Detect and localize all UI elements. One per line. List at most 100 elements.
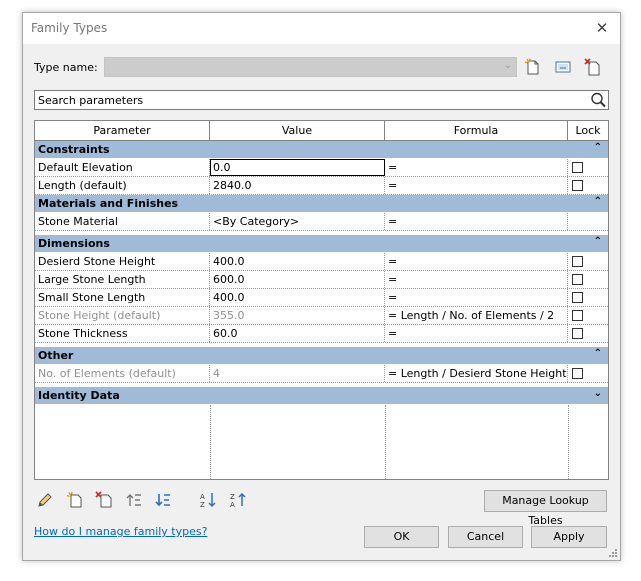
rename-type-icon[interactable] xyxy=(553,57,573,77)
lock-cell xyxy=(568,213,608,230)
group-label: Dimensions xyxy=(38,237,110,250)
column-divider xyxy=(568,405,569,479)
search-input[interactable]: Search parameters xyxy=(34,90,609,110)
lock-checkbox[interactable] xyxy=(572,274,583,285)
lock-cell xyxy=(568,325,608,342)
table-row[interactable]: Stone Height (default) 355.0 = Length / … xyxy=(35,307,608,325)
param-name: Small Stone Length xyxy=(35,289,210,306)
lock-checkbox[interactable] xyxy=(572,292,583,303)
group-label: Other xyxy=(38,349,74,362)
formula-field[interactable]: = xyxy=(385,253,568,270)
collapse-icon[interactable]: ⌃ xyxy=(594,196,602,207)
group-dimensions[interactable]: Dimensions ⌃ xyxy=(35,235,608,253)
formula-field[interactable]: = xyxy=(385,271,568,288)
value-field[interactable]: 60.0 xyxy=(210,325,385,342)
close-button[interactable]: ✕ xyxy=(584,13,620,44)
group-label: Constraints xyxy=(38,143,110,156)
param-name: Stone Height (default) xyxy=(35,307,210,324)
group-materials-and-finishes[interactable]: Materials and Finishes ⌃ xyxy=(35,195,608,213)
formula-field[interactable]: = xyxy=(385,325,568,342)
param-name: Stone Thickness xyxy=(35,325,210,342)
formula-field[interactable]: = xyxy=(385,213,568,230)
lock-checkbox[interactable] xyxy=(572,368,583,379)
lock-cell xyxy=(568,159,608,176)
collapse-icon[interactable]: ⌃ xyxy=(594,142,602,153)
formula-field[interactable]: = Length / Desierd Stone Height / xyxy=(385,365,568,382)
svg-text:Z: Z xyxy=(200,501,205,509)
value-field[interactable]: 2840.0 xyxy=(210,177,385,194)
value-field[interactable]: 400.0 xyxy=(210,253,385,270)
table-row[interactable]: No. of Elements (default) 4 = Length / D… xyxy=(35,365,608,383)
delete-parameter-icon[interactable] xyxy=(95,491,113,509)
table-row[interactable]: Stone Material <By Category> = xyxy=(35,213,608,231)
family-types-dialog: Family Types ✕ Type name: ⌄ Search param… xyxy=(22,12,621,561)
help-link[interactable]: How do I manage family types? xyxy=(34,525,207,538)
table-row[interactable]: Stone Thickness 60.0 = xyxy=(35,325,608,343)
column-header-parameter[interactable]: Parameter xyxy=(35,121,210,141)
group-identity-data[interactable]: Identity Data ⌄ xyxy=(35,387,608,405)
sort-ascending-icon[interactable]: A Z xyxy=(199,491,217,509)
table-row[interactable]: Small Stone Length 400.0 = xyxy=(35,289,608,307)
group-label: Materials and Finishes xyxy=(38,197,179,210)
edit-parameter-icon[interactable] xyxy=(36,491,54,509)
magnifier-icon[interactable] xyxy=(588,91,608,109)
lock-cell xyxy=(568,289,608,306)
formula-field[interactable]: = xyxy=(385,177,568,194)
lock-checkbox[interactable] xyxy=(572,180,583,191)
param-name: Default Elevation xyxy=(35,159,210,176)
apply-button[interactable]: Apply xyxy=(531,526,607,548)
dialog-title: Family Types xyxy=(31,21,108,35)
new-parameter-icon[interactable] xyxy=(66,491,84,509)
formula-field[interactable]: = Length / No. of Elements / 2 xyxy=(385,307,568,324)
lock-cell xyxy=(568,253,608,270)
move-down-icon[interactable] xyxy=(154,491,172,509)
type-name-dropdown[interactable]: ⌄ xyxy=(104,57,517,77)
formula-field[interactable]: = xyxy=(385,159,568,176)
group-constraints[interactable]: Constraints ⌃ xyxy=(35,141,608,159)
lock-checkbox[interactable] xyxy=(572,256,583,267)
lock-cell xyxy=(568,271,608,288)
cancel-button[interactable]: Cancel xyxy=(448,526,523,548)
formula-field[interactable]: = xyxy=(385,289,568,306)
title-bar: Family Types ✕ xyxy=(23,13,620,44)
delete-type-icon[interactable] xyxy=(583,57,603,77)
value-field: 4 xyxy=(210,365,385,382)
new-type-icon[interactable] xyxy=(523,57,543,77)
svg-text:A: A xyxy=(200,493,205,501)
svg-text:A: A xyxy=(230,501,235,509)
param-name: Large Stone Length xyxy=(35,271,210,288)
table-row[interactable]: Desierd Stone Height 400.0 = xyxy=(35,253,608,271)
sort-descending-icon[interactable]: Z A xyxy=(229,491,247,509)
value-field[interactable]: 400.0 xyxy=(210,289,385,306)
value-field[interactable]: 0.0 xyxy=(210,159,385,176)
value-field: 355.0 xyxy=(210,307,385,324)
column-header-formula[interactable]: Formula xyxy=(385,121,568,141)
value-field[interactable]: <By Category> xyxy=(210,213,385,230)
param-name: Length (default) xyxy=(35,177,210,194)
resize-grip-icon[interactable] xyxy=(608,548,618,558)
group-other[interactable]: Other ⌃ xyxy=(35,347,608,365)
collapse-icon[interactable]: ⌃ xyxy=(594,348,602,359)
chevron-down-icon: ⌄ xyxy=(503,60,512,71)
lock-cell xyxy=(568,365,608,382)
ok-button[interactable]: OK xyxy=(364,526,439,548)
lock-checkbox[interactable] xyxy=(572,328,583,339)
column-divider xyxy=(210,405,211,479)
lock-checkbox[interactable] xyxy=(572,310,583,321)
column-header-value[interactable]: Value xyxy=(210,121,385,141)
table-row[interactable]: Large Stone Length 600.0 = xyxy=(35,271,608,289)
manage-lookup-tables-button[interactable]: Manage Lookup Tables xyxy=(484,490,607,527)
svg-text:Z: Z xyxy=(230,493,235,501)
expand-icon[interactable]: ⌄ xyxy=(594,388,602,399)
move-up-icon[interactable] xyxy=(125,491,143,509)
collapse-icon[interactable]: ⌃ xyxy=(594,236,602,247)
lock-cell xyxy=(568,307,608,324)
value-field[interactable]: 600.0 xyxy=(210,271,385,288)
column-divider xyxy=(385,405,386,479)
column-header-lock[interactable]: Lock xyxy=(568,121,608,141)
lock-checkbox[interactable] xyxy=(572,162,583,173)
search-placeholder: Search parameters xyxy=(38,94,144,107)
empty-grid-area xyxy=(35,405,608,479)
table-row[interactable]: Default Elevation 0.0 = xyxy=(35,159,608,177)
table-row[interactable]: Length (default) 2840.0 = xyxy=(35,177,608,195)
